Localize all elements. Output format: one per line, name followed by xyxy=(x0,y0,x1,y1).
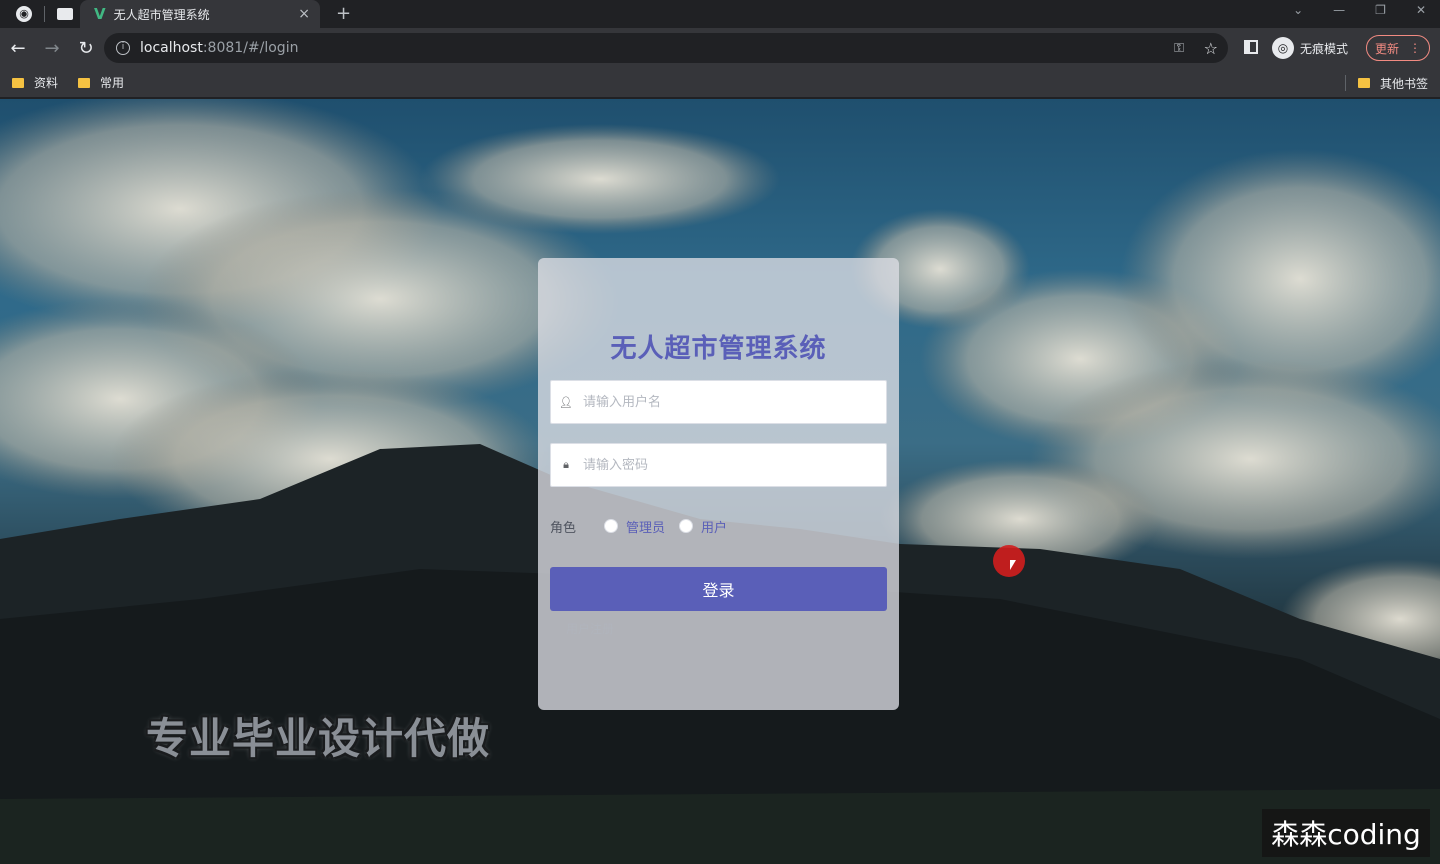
chevron-down-icon[interactable]: ⌄ xyxy=(1293,0,1303,20)
bookmark-folder[interactable]: 常用 xyxy=(78,74,124,91)
window-icon[interactable] xyxy=(57,8,73,20)
password-field[interactable]: 🔒︎ xyxy=(550,443,887,487)
bookmarks-bar: 资料 常用 其他书签 xyxy=(0,68,1440,98)
address-bar[interactable]: i localhost :8081/#/login ⚿ ☆ xyxy=(104,33,1228,63)
watermark: 森森coding xyxy=(1262,809,1430,857)
new-tab-button[interactable]: + xyxy=(336,3,351,24)
radio-label[interactable]: 管理员 xyxy=(626,517,665,536)
page-viewport: 无人超市管理系统 👤︎ 🔒︎ 角色 管理员 用户 登录 用户注册 专业毕业设计代… xyxy=(0,99,1440,864)
divider xyxy=(1344,75,1346,91)
role-label: 角色 xyxy=(550,520,577,536)
window-controls: ⌄ — ❐ ✕ xyxy=(1293,0,1426,20)
url-path: :8081/#/login xyxy=(202,40,299,56)
incognito-indicator[interactable]: ◎ 无痕模式 xyxy=(1272,37,1348,59)
radio-label[interactable]: 用户 xyxy=(701,517,727,536)
side-panel-icon[interactable] xyxy=(1244,40,1258,54)
login-title: 无人超市管理系统 xyxy=(610,334,827,364)
lock-icon: 🔒︎ xyxy=(563,458,569,471)
incognito-icon: ◎ xyxy=(1272,37,1294,59)
url-host: localhost xyxy=(140,40,203,56)
username-field[interactable]: 👤︎ xyxy=(550,380,887,424)
mouse-cursor-icon xyxy=(1010,560,1016,570)
password-input[interactable] xyxy=(581,445,886,485)
cursor-highlight xyxy=(993,545,1025,577)
other-bookmarks-label: 其他书签 xyxy=(1379,76,1428,91)
role-radio-admin[interactable]: 管理员 xyxy=(604,517,665,536)
minimize-icon[interactable]: — xyxy=(1333,0,1345,20)
update-label: 更新 xyxy=(1374,41,1399,56)
globe-icon[interactable]: ◉ xyxy=(16,6,32,22)
close-window-icon[interactable]: ✕ xyxy=(1416,0,1426,20)
close-icon[interactable]: × xyxy=(298,6,310,22)
vue-logo-icon: V xyxy=(94,5,106,23)
tab-strip: ◉ V 无人超市管理系统 × + ⌄ — ❐ ✕ xyxy=(0,0,1440,28)
more-menu-icon[interactable]: ⋮ xyxy=(1409,41,1421,55)
other-bookmarks-folder[interactable]: 其他书签 xyxy=(1357,75,1428,92)
browser-tab[interactable]: V 无人超市管理系统 × xyxy=(80,0,320,28)
username-input[interactable] xyxy=(581,382,886,422)
bookmark-label: 常用 xyxy=(100,76,125,90)
register-link[interactable]: 用户注册 xyxy=(566,620,614,637)
bookmark-label: 资料 xyxy=(34,76,59,90)
info-icon[interactable]: i xyxy=(116,41,130,55)
forward-icon[interactable]: → xyxy=(36,38,68,59)
login-card: 无人超市管理系统 👤︎ 🔒︎ 角色 管理员 用户 登录 用户注册 xyxy=(538,258,899,710)
bookmark-folder[interactable]: 资料 xyxy=(12,74,58,91)
restore-icon[interactable]: ❐ xyxy=(1375,0,1386,20)
radio-circle[interactable] xyxy=(679,519,694,533)
divider xyxy=(44,6,45,22)
login-button[interactable]: 登录 xyxy=(550,567,887,611)
user-icon: 👤︎ xyxy=(559,395,573,409)
folder-icon xyxy=(78,77,91,88)
update-button[interactable]: 更新 ⋮ xyxy=(1366,35,1430,61)
browser-toolbar: ← → ↻ i localhost :8081/#/login ⚿ ☆ ◎ 无痕… xyxy=(0,28,1440,68)
tab-title: 无人超市管理系统 xyxy=(113,7,210,22)
radio-circle[interactable] xyxy=(604,519,619,533)
star-icon[interactable]: ☆ xyxy=(1204,39,1218,58)
incognito-label: 无痕模式 xyxy=(1300,41,1349,56)
role-radio-user[interactable]: 用户 xyxy=(679,517,727,536)
reload-icon[interactable]: ↻ xyxy=(70,38,102,59)
folder-icon xyxy=(12,77,24,88)
other-bookmarks-area: 其他书签 xyxy=(1344,68,1428,98)
folder-icon xyxy=(1357,78,1370,88)
role-selector: 角色 管理员 用户 xyxy=(550,516,741,536)
key-icon[interactable]: ⚿ xyxy=(1174,41,1184,56)
video-caption: 专业毕业设计代做 xyxy=(146,714,491,763)
back-icon[interactable]: ← xyxy=(2,38,34,59)
